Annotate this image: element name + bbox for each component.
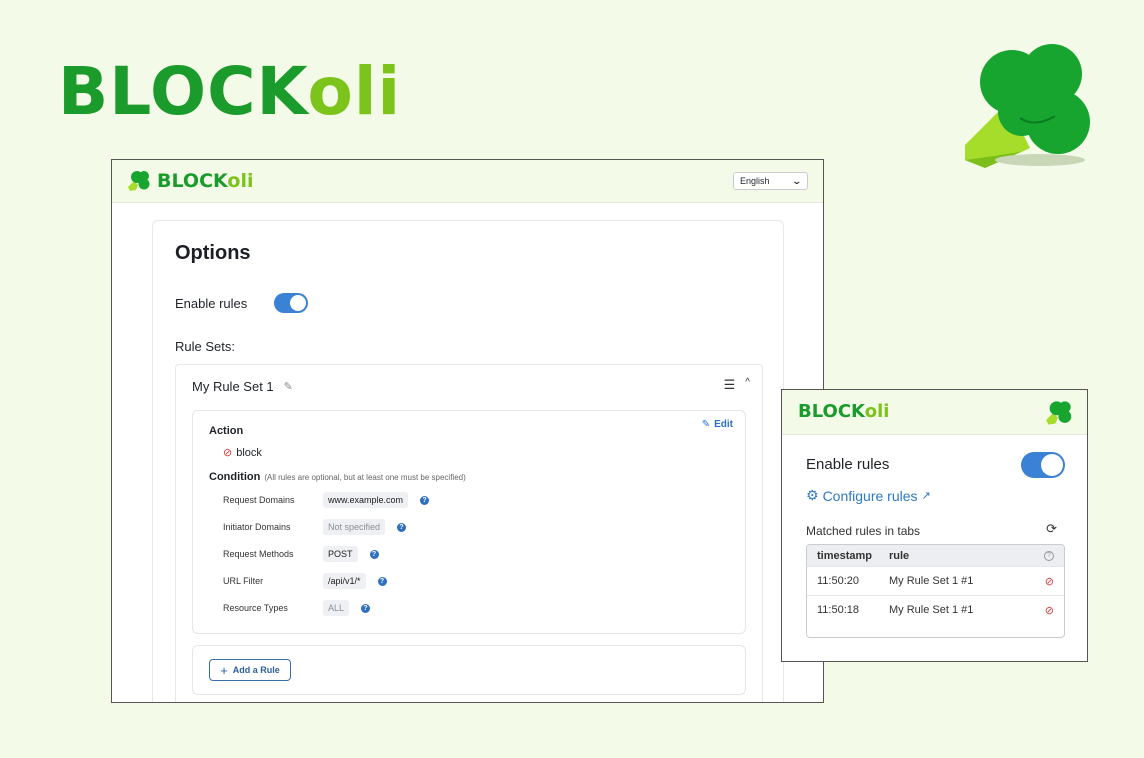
table-header: timestamp rule ? <box>807 545 1064 566</box>
hero-logo-block: BLOCK <box>58 53 308 130</box>
options-logo: BLOCKoli <box>127 169 254 193</box>
popup-enable-rules-toggle[interactable] <box>1021 452 1065 478</box>
plus-icon: + <box>220 662 228 678</box>
row-rule: My Rule Set 1 #1 <box>889 575 974 587</box>
condition-key: Request Domains <box>223 495 295 505</box>
block-icon: ⊘ <box>1044 604 1054 617</box>
action-value: ⊘ block <box>223 446 262 460</box>
gear-icon: ⚙ <box>806 487 819 503</box>
popup-header: BLOCKoli <box>782 390 1087 435</box>
condition-key: Initiator Domains <box>223 522 291 532</box>
help-icon[interactable]: ? <box>377 576 387 586</box>
edit-icon: ✎ <box>701 419 711 430</box>
language-select-value: English <box>740 176 770 186</box>
popup-window: BLOCKoli Enable rules ⚙ Configure rules … <box>781 389 1088 662</box>
help-icon[interactable]: ? <box>420 495 430 505</box>
external-link-icon: ↗ <box>921 490 931 502</box>
toggle-knob <box>1041 454 1063 476</box>
add-rule-card: + Add a Rule <box>192 645 746 695</box>
options-logo-oli: oli <box>227 170 254 192</box>
hero-logo: BLOCKoli <box>58 52 401 132</box>
table-row: 11:50:20 My Rule Set 1 #1 ⊘ <box>807 566 1064 595</box>
options-logo-text: BLOCKoli <box>157 170 254 192</box>
options-card: Options Enable rules Rule Sets: My Rule … <box>152 220 784 702</box>
popup-logo-oli: oli <box>864 401 890 422</box>
enable-rules-label: Enable rules <box>175 295 248 311</box>
condition-note: (All rules are optional, but at least on… <box>264 473 466 482</box>
condition-value: POST <box>323 546 358 562</box>
condition-label-text: Condition <box>209 471 261 483</box>
options-window: BLOCKoli English ⌄ Options Enable rules … <box>111 159 824 703</box>
enable-rules-toggle[interactable] <box>274 293 308 313</box>
matched-rules-table: timestamp rule ? 11:50:20 My Rule Set 1 … <box>806 544 1065 638</box>
block-icon: ⊘ <box>223 447 233 459</box>
edit-rule-button[interactable]: ✎ Edit <box>702 419 733 430</box>
toggle-knob <box>290 295 306 311</box>
add-rule-label: Add a Rule <box>232 665 280 675</box>
options-header: BLOCKoli English ⌄ <box>112 160 823 203</box>
page-title: Options <box>175 242 251 264</box>
condition-row: URL Filter /api/v1/* ? <box>223 573 387 589</box>
help-icon[interactable]: ? <box>361 603 371 613</box>
language-select[interactable]: English ⌄ <box>733 172 808 190</box>
edit-name-icon[interactable]: ✎ <box>284 380 293 393</box>
condition-value: ALL <box>323 600 350 616</box>
help-icon[interactable]: ? <box>1044 550 1054 561</box>
condition-row: Resource Types ALL ? <box>223 600 371 616</box>
column-header-timestamp: timestamp <box>817 549 873 562</box>
refresh-icon[interactable]: ⟳ <box>1046 521 1057 537</box>
condition-key: URL Filter <box>223 576 264 586</box>
chevron-down-icon: ⌄ <box>791 175 803 186</box>
row-timestamp: 11:50:20 <box>817 575 860 587</box>
condition-row: Request Domains www.example.com ? <box>223 492 430 508</box>
condition-value: www.example.com <box>323 492 409 508</box>
condition-value: Not specified <box>323 519 386 535</box>
rule-sets-label: Rule Sets: <box>175 339 235 354</box>
rule-card: Action ⊘ block ✎ Edit Condition (All rule… <box>192 410 746 634</box>
enable-rules-row: Enable rules <box>175 293 308 313</box>
row-rule: My Rule Set 1 #1 <box>889 604 974 616</box>
action-label: Action <box>209 425 244 437</box>
broccoli-icon <box>128 171 150 191</box>
row-timestamp: 11:50:18 <box>817 604 860 616</box>
condition-label: Condition (All rules are optional, but at… <box>209 471 466 483</box>
options-logo-block: BLOCK <box>157 170 228 192</box>
condition-row: Request Methods POST ? <box>223 546 379 562</box>
edit-rule-label: Edit <box>714 419 733 430</box>
drag-handle-icon[interactable]: ☰ <box>724 377 736 393</box>
table-row: 11:50:18 My Rule Set 1 #1 ⊘ <box>807 595 1064 624</box>
configure-rules-label: Configure rules <box>822 487 918 504</box>
chevron-up-icon[interactable]: ^ <box>745 377 750 393</box>
rule-set-controls: ☰ ^ <box>724 377 750 393</box>
condition-value: /api/v1/* <box>323 573 366 589</box>
add-rule-button[interactable]: + Add a Rule <box>209 659 291 681</box>
help-icon[interactable]: ? <box>369 549 379 559</box>
action-value-text: block <box>236 446 262 459</box>
condition-key: Resource Types <box>223 603 288 613</box>
rule-set-header: My Rule Set 1 ✎ <box>192 379 293 394</box>
condition-row: Initiator Domains Not specified ? <box>223 519 407 535</box>
column-header-rule: rule <box>889 549 910 562</box>
rule-set-panel: My Rule Set 1 ✎ ☰ ^ Action ⊘ block ✎ Edi… <box>175 364 763 702</box>
popup-logo-block: BLOCK <box>798 401 865 422</box>
hero-logo-oli: oli <box>307 53 402 130</box>
block-icon: ⊘ <box>1044 575 1054 588</box>
broccoli-icon <box>965 44 1090 168</box>
popup-logo: BLOCKoli <box>798 401 889 422</box>
popup-enable-rules-label: Enable rules <box>806 456 890 473</box>
condition-key: Request Methods <box>223 549 294 559</box>
configure-rules-link[interactable]: ⚙ Configure rules ↗ <box>806 487 931 504</box>
matched-rules-label: Matched rules in tabs <box>806 524 921 538</box>
help-icon[interactable]: ? <box>397 522 407 532</box>
broccoli-icon <box>1046 401 1072 425</box>
rule-set-name: My Rule Set 1 <box>192 379 274 394</box>
